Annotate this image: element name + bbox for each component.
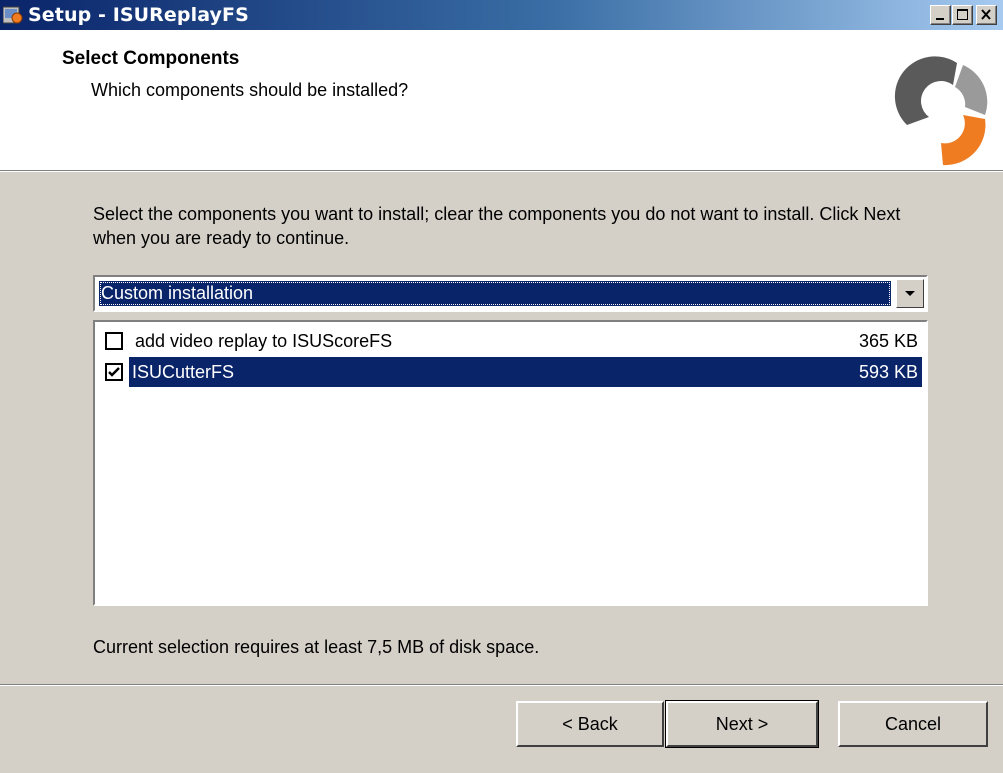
components-list[interactable]: add video replay to ISUScoreFS 365 KB IS… (93, 320, 928, 606)
list-item[interactable]: add video replay to ISUScoreFS 365 KB (99, 326, 922, 356)
footer-separator (0, 684, 1003, 686)
close-icon (981, 9, 991, 20)
component-label: add video replay to ISUScoreFS (135, 331, 393, 351)
disk-space-text: Current selection requires at least 7,5 … (93, 637, 540, 657)
dropdown-button[interactable] (896, 279, 924, 308)
back-button[interactable]: < Back (516, 701, 664, 747)
component-label: ISUCutterFS (132, 362, 235, 382)
minimize-button[interactable] (930, 5, 951, 25)
component-checkbox[interactable] (105, 332, 123, 350)
installation-type-value: Custom installation (99, 281, 891, 306)
window-title: Setup - ISUReplayFS (28, 4, 249, 26)
chevron-down-icon (905, 291, 915, 296)
wizard-logo-icon (894, 56, 988, 166)
minimize-icon (936, 18, 944, 20)
selection-highlight (129, 357, 922, 387)
instructions-text: Select the components you want to instal… (93, 204, 901, 248)
next-button[interactable]: Next > (665, 700, 819, 748)
close-button[interactable] (976, 5, 997, 25)
page-subtitle: Which components should be installed? (91, 80, 409, 100)
maximize-button[interactable] (952, 5, 973, 25)
component-size: 593 KB (858, 362, 918, 382)
component-checkbox[interactable] (105, 363, 123, 381)
checkmark-icon (108, 367, 120, 377)
component-size: 365 KB (858, 331, 918, 351)
header-separator (0, 170, 1003, 172)
installation-type-dropdown[interactable]: Custom installation (93, 275, 928, 312)
page-title: Select Components (62, 48, 240, 69)
title-bar[interactable]: Setup - ISUReplayFS (0, 0, 1003, 30)
maximize-icon (957, 9, 968, 20)
cancel-button[interactable]: Cancel (838, 701, 988, 747)
list-item[interactable]: ISUCutterFS 593 KB (99, 357, 922, 387)
setup-app-icon (3, 6, 23, 24)
